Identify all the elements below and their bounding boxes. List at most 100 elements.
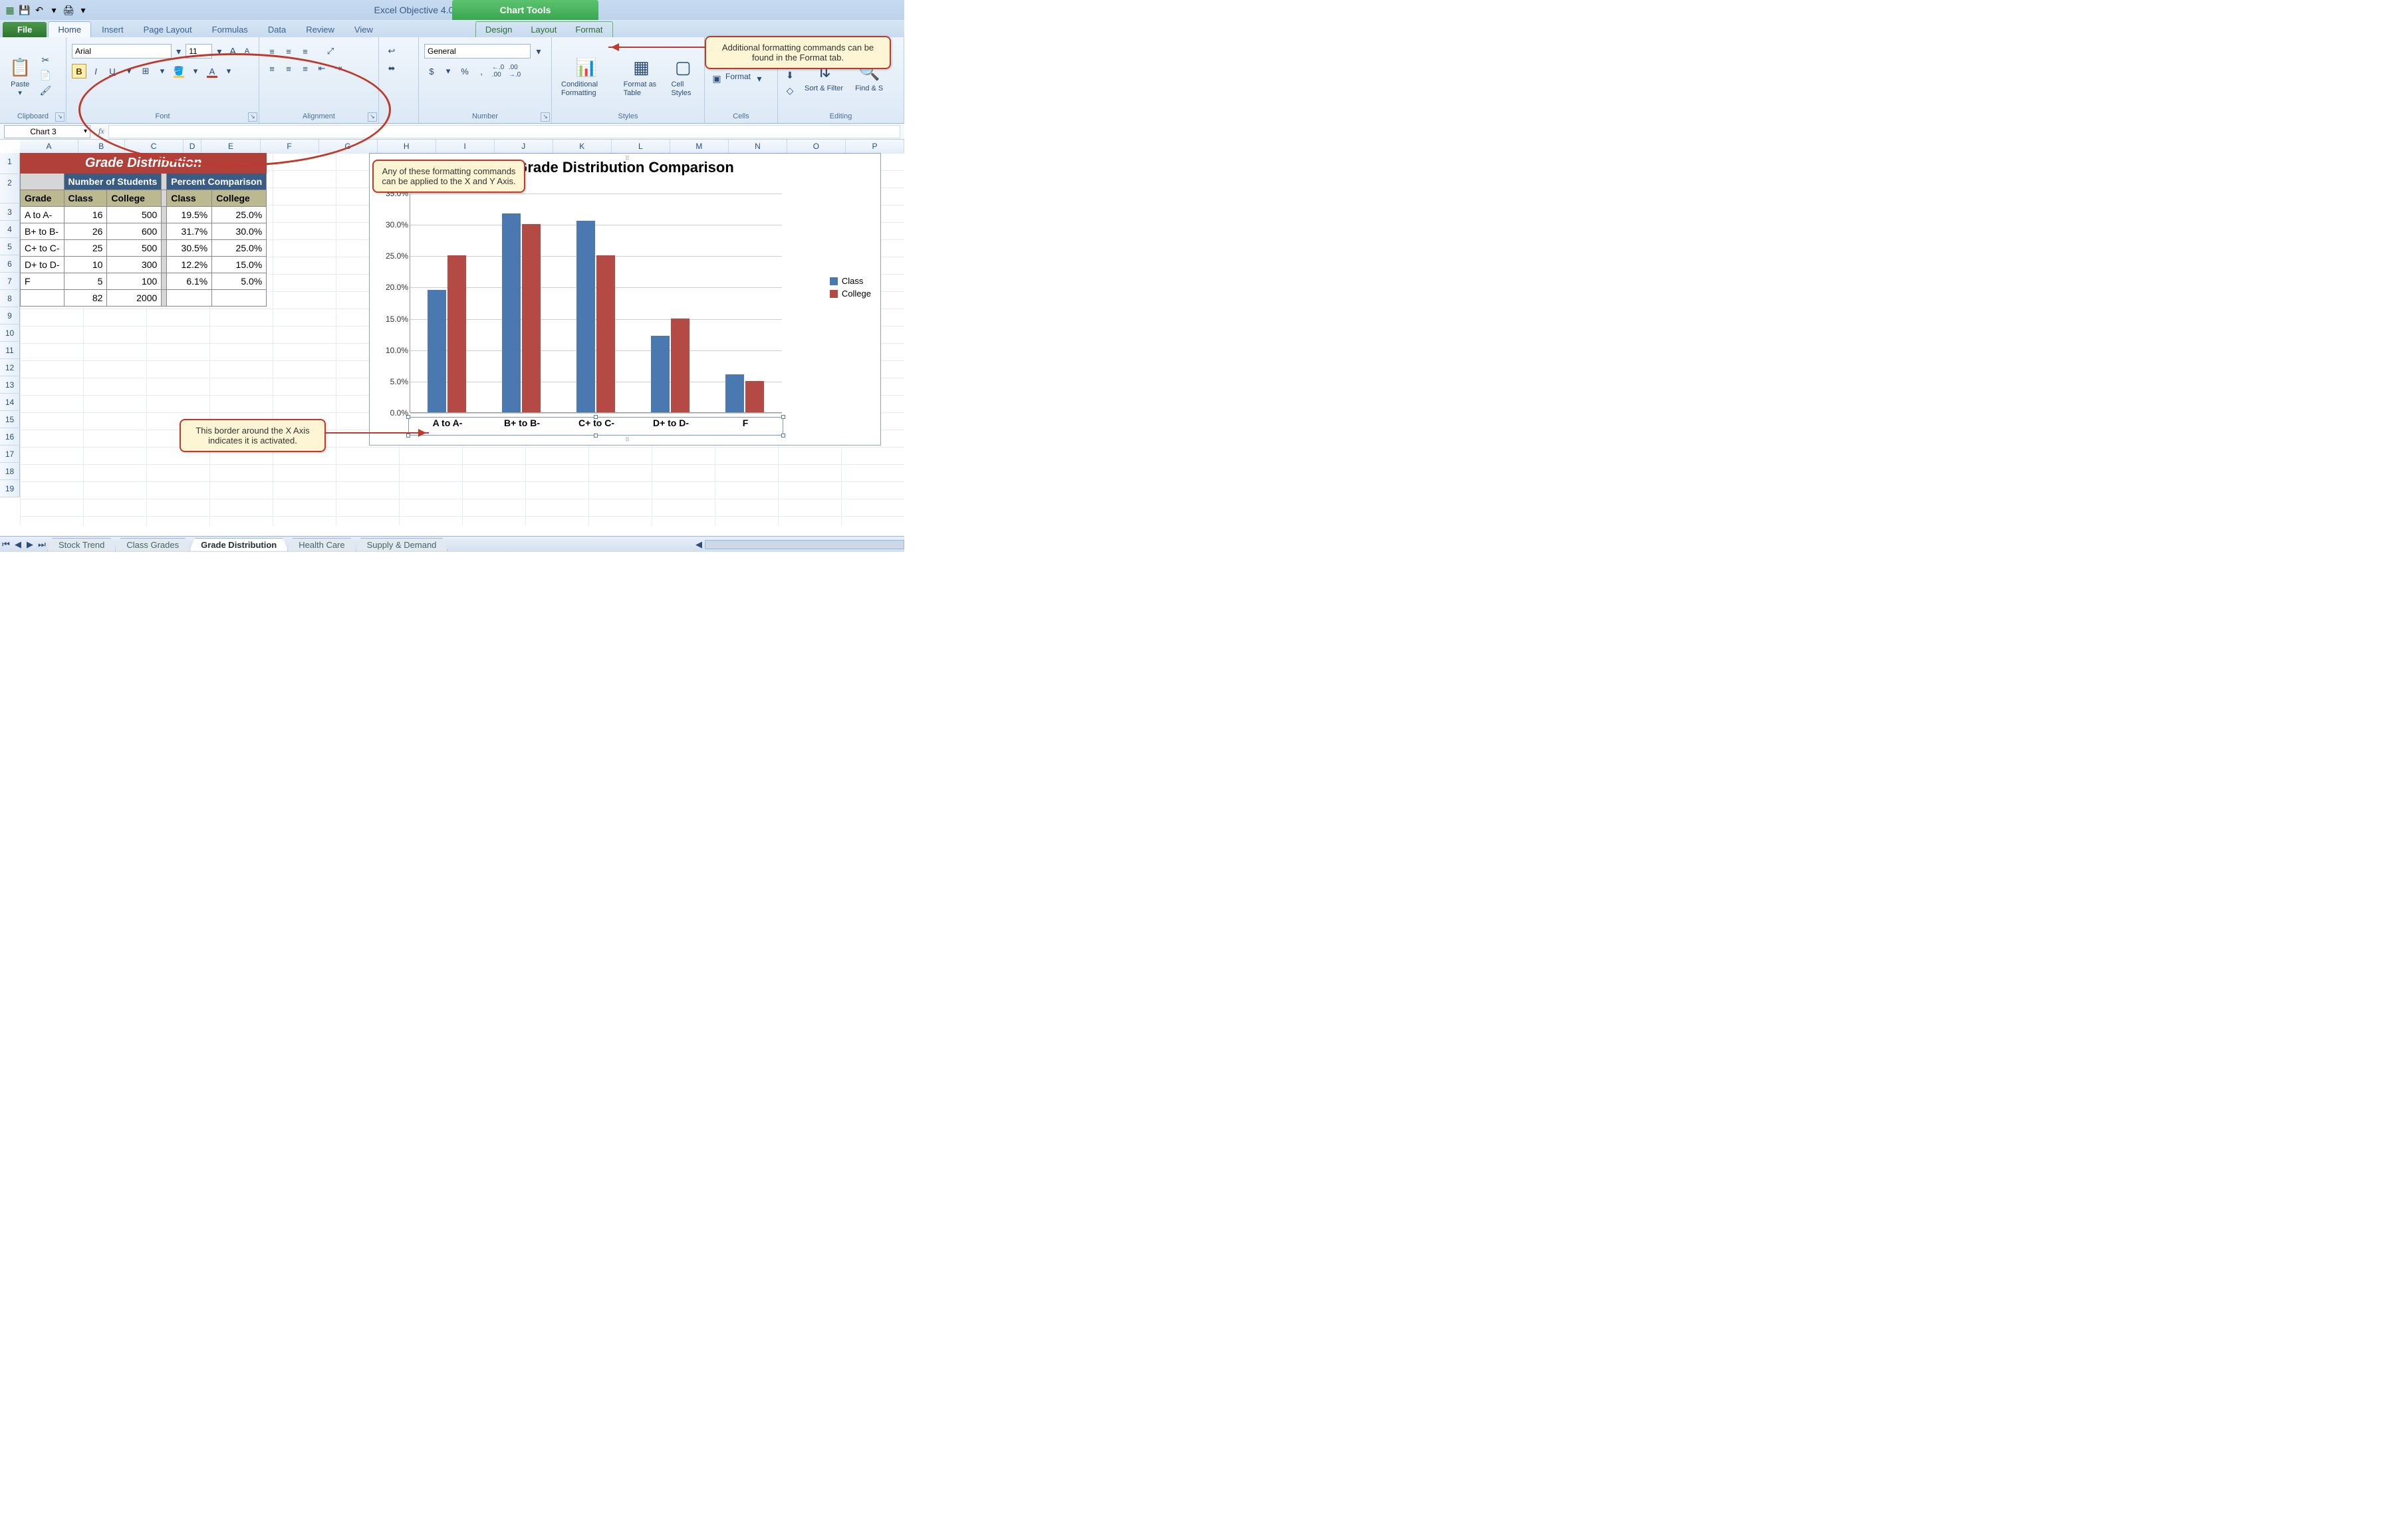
underline-dropdown-icon[interactable]: ▾ [122, 64, 136, 78]
number-launcher-icon[interactable]: ↘ [541, 112, 550, 122]
comma-icon[interactable]: , [474, 64, 489, 78]
sheet-tab-supply[interactable]: Supply & Demand [356, 538, 448, 551]
row-header[interactable]: 18 [0, 463, 20, 480]
row-header[interactable]: 17 [0, 446, 20, 463]
total-cell[interactable] [167, 290, 212, 307]
col-header[interactable]: J [495, 140, 553, 153]
conditional-formatting-button[interactable]: 📊Conditional Formatting [557, 53, 616, 98]
align-right-icon[interactable]: ≡ [298, 61, 313, 76]
cell[interactable]: 15.0% [212, 257, 267, 273]
save-icon[interactable]: 💾 [19, 4, 31, 16]
format-cells-icon[interactable]: ▣ [710, 72, 723, 85]
sheet-tab-health[interactable]: Health Care [287, 538, 356, 551]
fontcolor-dropdown-icon[interactable]: ▾ [221, 64, 236, 78]
bold-button[interactable]: B [72, 64, 86, 78]
tab-format[interactable]: Format [566, 22, 612, 37]
decrease-decimal-icon[interactable]: .00→.0 [507, 64, 522, 78]
font-color-icon[interactable]: A [205, 64, 219, 78]
accounting-icon[interactable]: $ [424, 64, 439, 78]
cell[interactable]: 100 [107, 273, 162, 290]
font-size-input[interactable] [186, 44, 212, 59]
align-bottom-icon[interactable]: ≡ [298, 44, 313, 59]
cell[interactable]: 30.0% [212, 223, 267, 240]
format-painter-icon[interactable]: 🖌 [39, 84, 52, 98]
fill-icon[interactable]: ⬇ [783, 69, 797, 82]
bar[interactable] [447, 255, 466, 412]
col-header[interactable]: E [201, 140, 260, 153]
row-header[interactable]: 12 [0, 359, 20, 376]
percent-icon[interactable]: % [457, 64, 472, 78]
hscroll-left-icon[interactable]: ◀ [693, 539, 705, 550]
font-dropdown-icon[interactable]: ▾ [173, 45, 184, 58]
total-cell[interactable]: 2000 [107, 290, 162, 307]
bar[interactable] [576, 221, 595, 412]
bar[interactable] [745, 381, 764, 412]
cell[interactable]: 6.1% [167, 273, 212, 290]
cell[interactable]: 500 [107, 207, 162, 223]
tab-formulas[interactable]: Formulas [203, 22, 257, 37]
cell[interactable]: F [21, 273, 64, 290]
x-axis-selection[interactable] [408, 417, 783, 436]
qat-more-icon[interactable]: ▾ [77, 4, 89, 16]
number-format-select[interactable] [424, 44, 531, 59]
col-header[interactable]: I [436, 140, 495, 153]
row-header[interactable]: 2 [0, 174, 20, 203]
tab-view[interactable]: View [345, 22, 382, 37]
clear-icon[interactable]: ◇ [783, 84, 797, 98]
tab-data[interactable]: Data [259, 22, 295, 37]
decrease-indent-icon[interactable]: ⇤ [315, 61, 329, 76]
cell[interactable]: B+ to B- [21, 223, 64, 240]
bar[interactable] [522, 224, 541, 412]
col-header[interactable]: D [184, 140, 202, 153]
redo-icon[interactable]: ▾ [48, 4, 60, 16]
clipboard-launcher-icon[interactable]: ↘ [55, 112, 64, 122]
merge-center-icon[interactable]: ⬌ [384, 61, 399, 76]
row-header[interactable]: 9 [0, 307, 20, 324]
row-header[interactable]: 14 [0, 394, 20, 411]
cell[interactable]: D+ to D- [21, 257, 64, 273]
fill-dropdown-icon[interactable]: ▾ [188, 64, 203, 78]
borders-icon[interactable]: ⊞ [138, 64, 153, 78]
align-center-icon[interactable]: ≡ [281, 61, 296, 76]
col-header[interactable]: N [729, 140, 787, 153]
col-header[interactable]: O [787, 140, 846, 153]
plot-area[interactable]: A to A-B+ to B-C+ to C-D+ to D-F [410, 193, 782, 413]
fill-color-icon[interactable]: 🪣 [172, 64, 186, 78]
bar[interactable] [671, 319, 690, 412]
cut-icon[interactable]: ✂ [39, 54, 52, 67]
tab-page-layout[interactable]: Page Layout [134, 22, 201, 37]
col-header[interactable]: F [261, 140, 319, 153]
cell[interactable]: 25.0% [212, 207, 267, 223]
bar[interactable] [596, 255, 615, 412]
font-launcher-icon[interactable]: ↘ [248, 112, 257, 122]
sheet-tab-distribution[interactable]: Grade Distribution [189, 538, 288, 551]
align-top-icon[interactable]: ≡ [265, 44, 279, 59]
row-header[interactable]: 5 [0, 238, 20, 255]
col-header[interactable]: M [670, 140, 729, 153]
tab-nav-prev-icon[interactable]: ◀ [12, 539, 24, 550]
chart-handle-top[interactable]: ⠿ [625, 155, 631, 162]
row-header[interactable]: 1 [0, 153, 20, 174]
row-header[interactable]: 10 [0, 324, 20, 342]
align-left-icon[interactable]: ≡ [265, 61, 279, 76]
cell[interactable]: 19.5% [167, 207, 212, 223]
col-header[interactable]: L [612, 140, 670, 153]
tab-layout[interactable]: Layout [521, 22, 566, 37]
row-header[interactable]: 8 [0, 290, 20, 307]
col-header[interactable]: C [125, 140, 184, 153]
shrink-font-icon[interactable]: A [241, 44, 253, 59]
row-header[interactable]: 15 [0, 411, 20, 428]
format-as-table-button[interactable]: ▦Format as Table [620, 53, 664, 98]
bar[interactable] [502, 213, 521, 412]
bar[interactable] [725, 374, 744, 413]
size-dropdown-icon[interactable]: ▾ [213, 45, 225, 58]
sheet-tab-stock[interactable]: Stock Trend [47, 538, 116, 551]
cell[interactable]: 25 [64, 240, 107, 257]
tab-review[interactable]: Review [297, 22, 344, 37]
cell[interactable]: 16 [64, 207, 107, 223]
cell[interactable]: C+ to C- [21, 240, 64, 257]
col-header[interactable]: H [378, 140, 436, 153]
row-header[interactable]: 6 [0, 255, 20, 273]
total-cell[interactable] [21, 290, 64, 307]
chart-object[interactable]: Grade Distribution Comparison A to A-B+ … [369, 153, 881, 446]
